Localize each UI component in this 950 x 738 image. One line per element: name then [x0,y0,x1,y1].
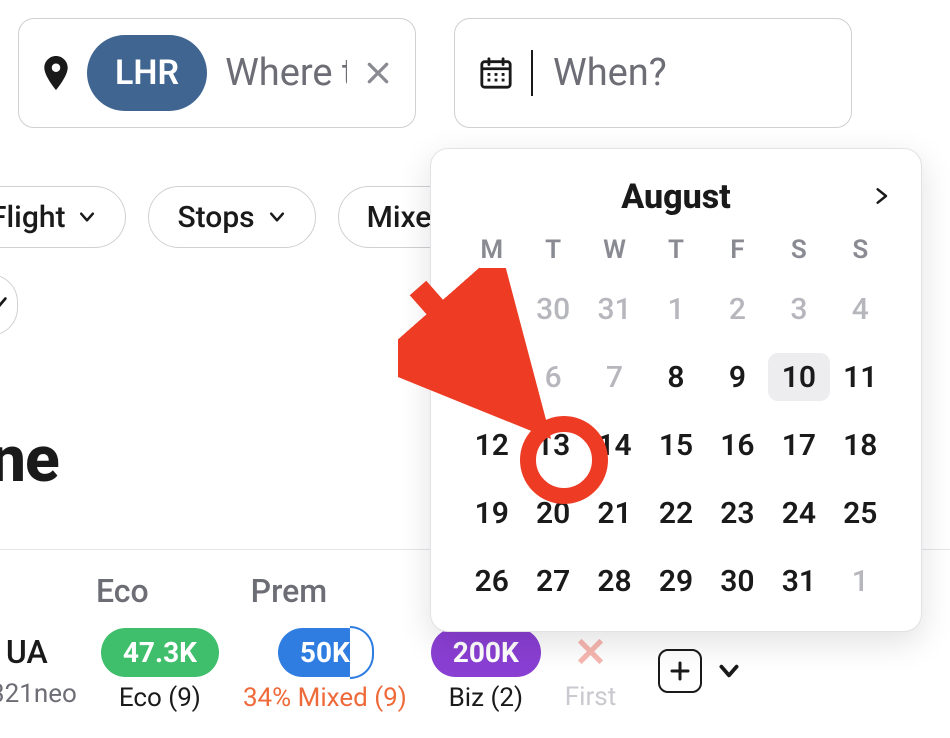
calendar-day: 7 [584,353,645,401]
calendar-dow: S [830,235,891,265]
cabin-prem[interactable]: Prem [251,572,327,610]
chevron-down-icon [77,207,97,227]
calendar-day[interactable]: 25 [830,489,891,537]
calendar-day: 29 [461,285,522,333]
check-icon [0,294,9,316]
calendar-dow: S [768,235,829,265]
first-col: ✕ First [565,629,616,712]
date-field[interactable]: When? [454,18,852,128]
filter-stops-label: Stops [177,200,254,235]
prem-sub: 34% Mixed (9) [243,683,407,713]
biz-sub: Biz (2) [449,683,523,713]
calendar-icon [479,56,513,90]
calendar-day[interactable]: 27 [522,557,583,605]
prem-col[interactable]: 50K 34% Mixed (9) [243,628,407,713]
eco-col[interactable]: 47.3K Eco (9) [101,628,219,713]
calendar-day[interactable]: 20 [522,489,583,537]
first-sub: First [565,682,616,712]
calendar-day[interactable]: 11 [830,353,891,401]
x-icon: ✕ [574,629,608,676]
calendar-day[interactable]: 17 [768,421,829,469]
calendar-day[interactable]: 14 [584,421,645,469]
biz-price-pill[interactable]: 200K [431,628,541,677]
filter-stops[interactable]: Stops [148,186,315,248]
calendar-dow: W [584,235,645,265]
calendar-day: 6 [522,353,583,401]
calendar-dow: M [461,235,522,265]
calendar-day[interactable]: 18 [830,421,891,469]
calendar-day: 2 [707,285,768,333]
filter-flight-label: Flight [0,200,65,235]
calendar-popover: August MTWTFSS29303112346789101112131415… [430,148,922,632]
prem-price-pill[interactable]: 50K [278,628,372,677]
calendar-next-button[interactable] [871,179,891,219]
calendar-day[interactable]: 16 [707,421,768,469]
search-row: LHR Where t When? [0,0,950,128]
calendar-dow: F [707,235,768,265]
calendar-day[interactable]: 26 [461,557,522,605]
origin-field[interactable]: LHR Where t [18,18,416,128]
filter-checked[interactable] [0,274,18,336]
calendar-day[interactable]: 22 [645,489,706,537]
calendar-day[interactable]: 12 [461,421,522,469]
eco-price-pill[interactable]: 47.3K [101,628,219,677]
calendar-day: 4 [830,285,891,333]
calendar-day[interactable]: 28 [584,557,645,605]
calendar-day[interactable]: 8 [645,353,706,401]
calendar-day: 31 [584,285,645,333]
origin-airport-chip[interactable]: LHR [87,35,207,111]
calendar-day[interactable]: 23 [707,489,768,537]
calendar-day[interactable]: 24 [768,489,829,537]
location-pin-icon [43,56,69,90]
eco-sub: Eco (9) [119,683,201,713]
destination-placeholder: Where t [225,51,347,95]
clear-icon[interactable] [365,60,391,86]
chevron-down-icon [267,207,287,227]
calendar-grid: MTWTFSS293031123467891011121314151617181… [461,235,891,605]
carrier-code: UA [6,633,48,671]
chevron-down-icon[interactable] [716,658,742,684]
calendar-day[interactable]: 29 [645,557,706,605]
calendar-day[interactable]: 9 [707,353,768,401]
calendar-dow: T [522,235,583,265]
calendar-day: 1 [830,557,891,605]
calendar-day[interactable]: 19 [461,489,522,537]
calendar-day: 3 [768,285,829,333]
calendar-day [461,353,522,401]
biz-col[interactable]: 200K Biz (2) [431,628,541,713]
calendar-month-label: August [621,177,731,217]
calendar-day[interactable]: 31 [768,557,829,605]
expand-button[interactable] [658,649,702,693]
calendar-day[interactable]: 15 [645,421,706,469]
calendar-header: August [461,177,891,217]
date-placeholder: When? [553,51,667,95]
calendar-day[interactable]: 13 [522,421,583,469]
calendar-day: 1 [645,285,706,333]
calendar-day[interactable]: 30 [707,557,768,605]
filter-flight[interactable]: Flight [0,186,126,248]
calendar-day[interactable]: 10 [768,353,829,401]
aircraft-type: 321neo [0,679,77,709]
calendar-day[interactable]: 21 [584,489,645,537]
calendar-day: 30 [522,285,583,333]
calendar-dow: T [645,235,706,265]
text-cursor [531,50,533,96]
cabin-eco[interactable]: Eco [96,572,149,610]
